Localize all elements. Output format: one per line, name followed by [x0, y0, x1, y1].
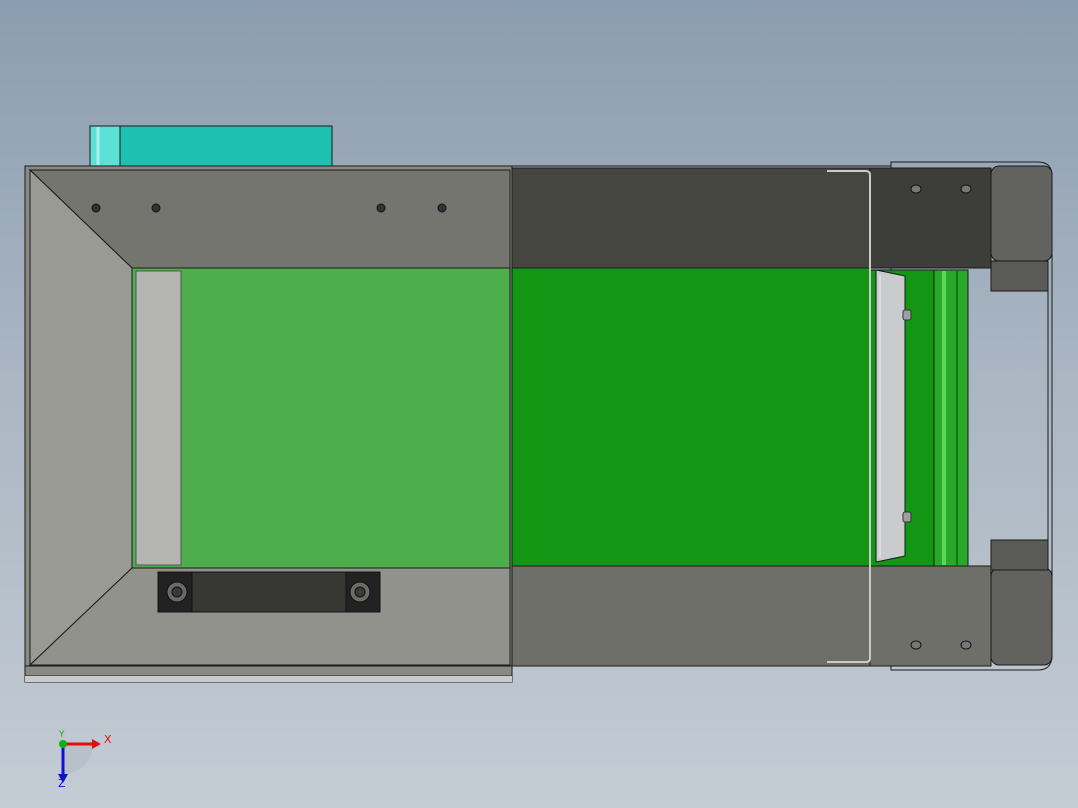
orientation-triad	[58, 739, 101, 783]
axis-z-label: Z	[58, 777, 66, 790]
axis-y-label: Y	[59, 730, 65, 740]
axis-x-label: X	[104, 733, 112, 746]
cad-viewport[interactable]: X Y Z	[0, 0, 1078, 808]
